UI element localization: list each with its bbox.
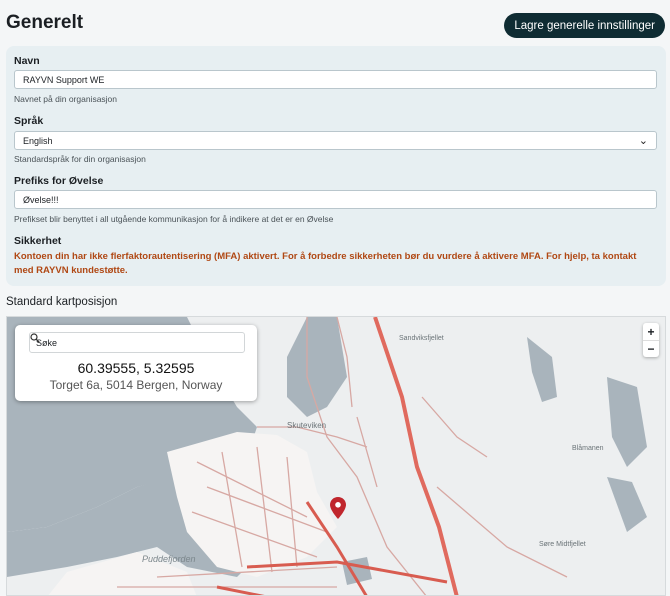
language-hint: Standardspråk for din organisasjon [14,154,146,164]
name-field[interactable]: RAYVN Support WE [14,70,657,89]
language-select[interactable]: English ⌄ [14,131,657,150]
mfa-warning: Kontoen din har ikke flerfaktorautentise… [14,251,637,276]
general-settings-card: Navn RAYVN Support WE Navnet på din orga… [6,46,666,286]
coordinates-display: 60.39555, 5.32595 [77,360,195,376]
language-value: English [23,135,53,146]
water-area [607,377,647,467]
map-view[interactable]: Sandviksfjellet Skuteviken Blåmanen Pudd… [6,316,666,596]
map-label-blamanen: Blåmanen [572,445,604,452]
chevron-down-icon: ⌄ [638,135,648,147]
water-area [607,477,647,532]
water-area [287,317,347,417]
prefix-field[interactable]: Øvelse!!! [14,190,657,209]
save-general-settings-button[interactable]: Lagre generelle innstillinger [504,13,665,38]
map-search-input[interactable]: Søke [29,332,245,353]
page-title: Generelt [6,12,84,33]
map-label-skuteviken: Skuteviken [287,421,327,430]
name-value: RAYVN Support WE [23,74,105,85]
search-icon [30,333,40,343]
zoom-out-button[interactable]: − [643,340,659,357]
name-hint: Navnet på din organisasjon [14,94,118,104]
water-area [527,337,557,402]
map-label-sandviksfjellet: Sandviksfjellet [399,335,444,342]
name-label: Navn [14,55,40,67]
prefix-value: Øvelse!!! [23,194,59,205]
map-label-midtfjellet: Søre Midtfjellet [539,541,586,548]
prefix-label: Prefiks for Øvelse [14,175,104,187]
zoom-in-button[interactable]: + [643,323,659,340]
settings-page: Generelt Lagre generelle innstillinger N… [0,0,670,596]
prefix-hint: Prefikset blir benyttet i all utgående k… [14,214,334,224]
location-pin-icon[interactable] [330,497,346,519]
map-section-title: Standard kartposisjon [6,296,118,308]
map-label-puddefjorden: Puddefjorden [142,554,196,564]
zoom-controls: + − [643,323,659,357]
address-display: Torget 6a, 5014 Bergen, Norway [49,378,223,392]
security-label: Sikkerhet [14,235,62,247]
language-label: Språk [14,115,44,127]
map-location-panel: Søke 60.39555, 5.32595 Torget 6a, 5014 B… [15,325,257,401]
